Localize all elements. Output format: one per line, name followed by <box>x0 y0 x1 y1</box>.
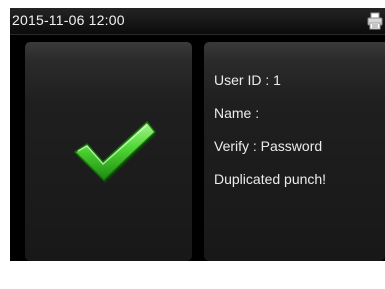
device-screen: 2015-11-06 12:00 User ID: 1 Name: Veri… <box>10 8 385 261</box>
status-bar: 2015-11-06 12:00 <box>10 8 385 35</box>
checkmark-icon <box>69 118 159 188</box>
name-label: Name : <box>214 105 260 121</box>
printer-icon <box>367 12 383 30</box>
user-id-label: User ID : 1 <box>214 72 281 88</box>
result-panel <box>25 42 192 261</box>
datetime-label: 2015-11-06 12:00 <box>12 12 125 28</box>
verify-label: Verify : Password <box>214 138 323 154</box>
info-panel: User ID : 1 Name : Verify : Password Dup… <box>204 42 385 261</box>
status-message: Duplicated punch! <box>214 171 327 187</box>
